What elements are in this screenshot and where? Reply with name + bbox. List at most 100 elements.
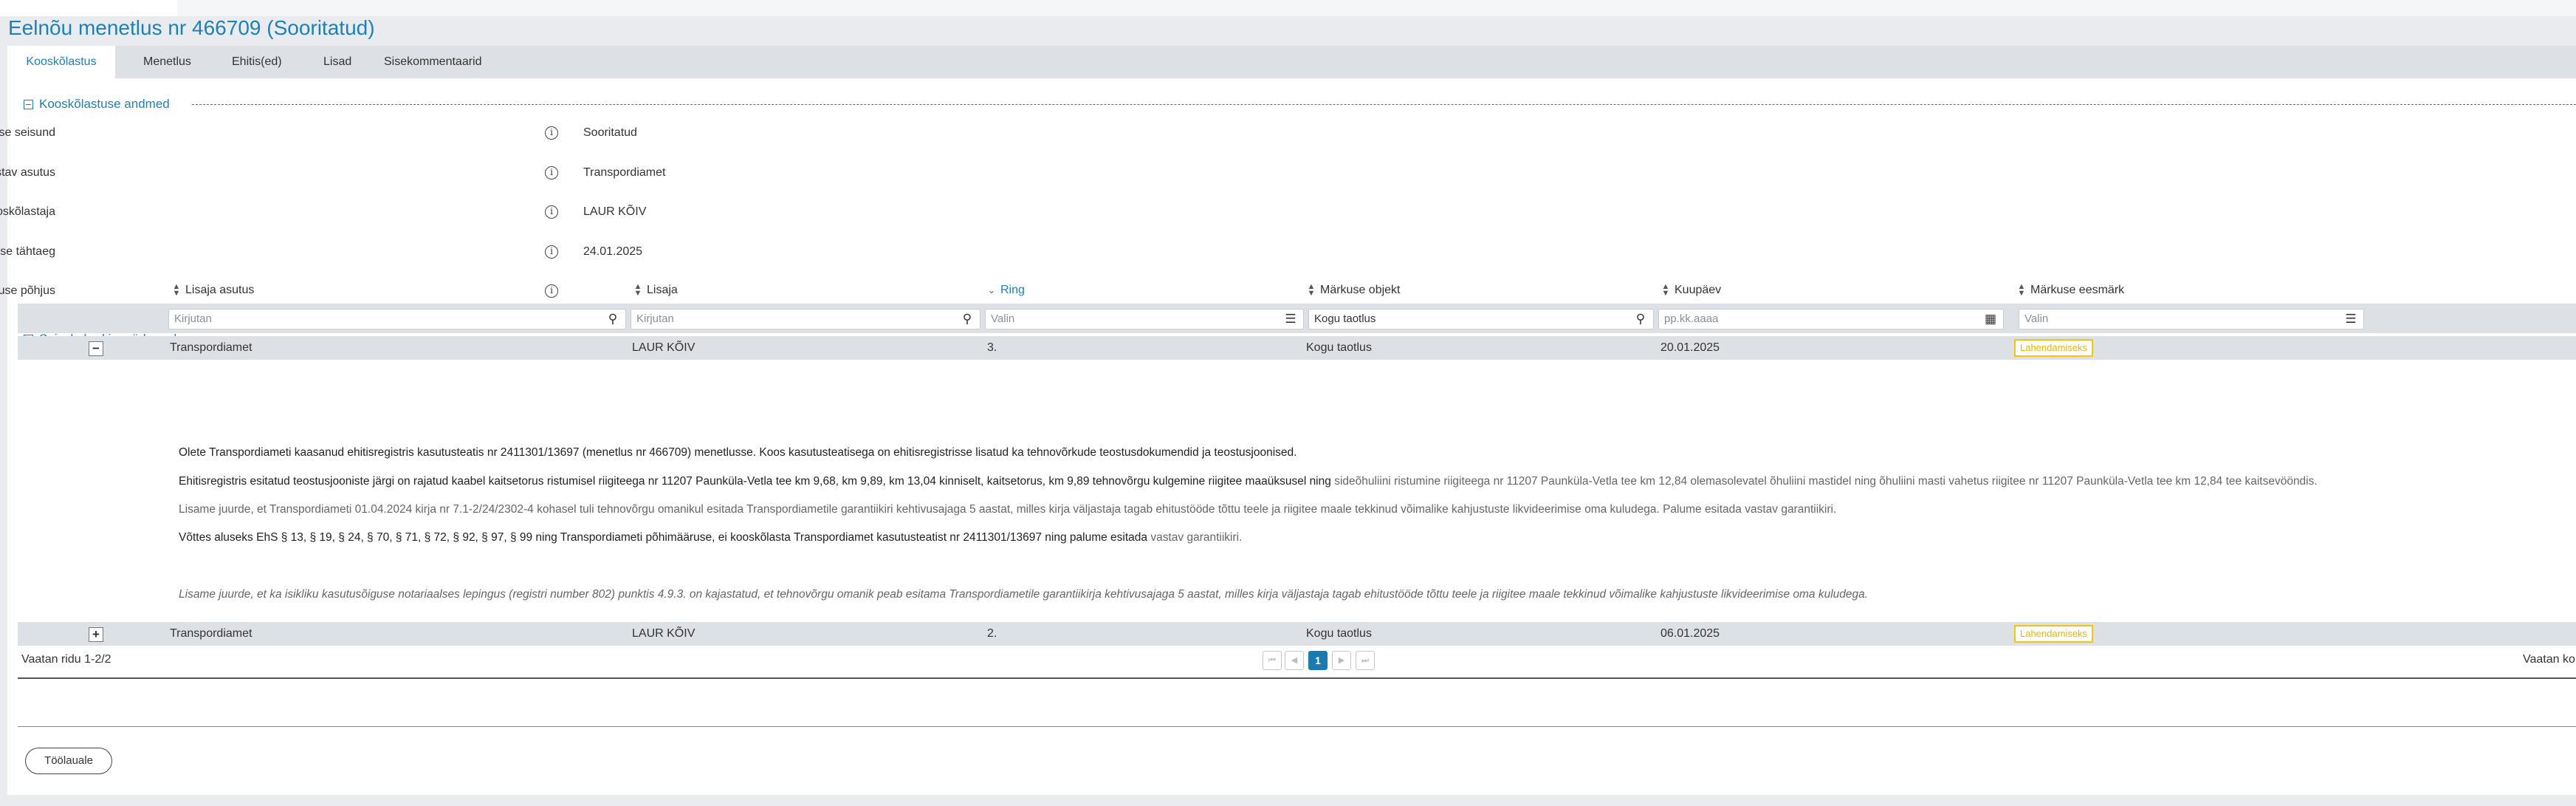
col-header-label: Lisaja asutus bbox=[185, 284, 255, 296]
filter-placeholder: pp.kk.aaaa bbox=[1664, 313, 1719, 325]
col-header-lisaja[interactable]: ▲ ▼ Lisaja bbox=[633, 279, 678, 301]
tab-lisad[interactable]: Lisad bbox=[306, 46, 369, 78]
info-icon[interactable]: i bbox=[545, 284, 558, 298]
table-row[interactable]: − Transpordiamet LAUR KÕIV 3. Kogu taotl… bbox=[18, 336, 2576, 360]
calendar-icon[interactable]: ▦ bbox=[1983, 312, 1998, 327]
cell-ring: 3. bbox=[987, 341, 997, 354]
pager-summary: Vaatan ridu 1-2/2 bbox=[21, 653, 111, 666]
field-value: Transpordiamet bbox=[583, 166, 666, 179]
filter-placeholder: Valin bbox=[991, 313, 1015, 325]
sort-icon: ▲ ▼ bbox=[1307, 282, 1316, 298]
search-icon[interactable]: ⚲ bbox=[960, 312, 975, 327]
col-header-label: Märkuse objekt bbox=[1320, 284, 1401, 296]
detail-text-muted: vastav garantiikiri. bbox=[1150, 531, 1243, 544]
page-title: Eelnõu menetlus nr 466709 (Sooritatud) bbox=[8, 16, 375, 39]
cell-ring: 2. bbox=[987, 627, 997, 640]
col-header-label: Lisaja bbox=[647, 284, 678, 296]
cell-objekt: Kogu taotlus bbox=[1306, 341, 1372, 354]
filter-bar: Kirjutan ⚲ Kirjutan ⚲ Valin ☰ Kogu taotl… bbox=[18, 304, 2576, 333]
field-row: Vastamise tähtaeg i 24.01.2025 bbox=[0, 241, 893, 263]
sort-icon: ▲ ▼ bbox=[172, 282, 181, 298]
cell-lisaja: LAUR KÕIV bbox=[632, 341, 695, 354]
status-badge: Lahendamiseks bbox=[2014, 339, 2094, 357]
filter-placeholder: Kirjutan bbox=[174, 313, 212, 325]
filter-placeholder: Kirjutan bbox=[636, 313, 674, 325]
detail-text: Võttes aluseks EhS § 13, § 19, § 24, § 7… bbox=[179, 531, 1148, 544]
collapse-row-icon[interactable]: − bbox=[89, 341, 103, 356]
sort-icon: ▲ ▼ bbox=[1661, 282, 1670, 298]
filter-objekt-input[interactable]: Kogu taotlus ⚲ bbox=[1308, 309, 1654, 329]
field-row: Kooskõlastaja i LAUR KÕIV bbox=[0, 201, 893, 223]
col-header-label: Ring bbox=[1000, 284, 1025, 296]
field-label: Kooskõlastav asutus bbox=[0, 166, 55, 179]
list-icon[interactable]: ☰ bbox=[1283, 312, 1298, 327]
pager-page-button[interactable]: 1 bbox=[1308, 651, 1328, 670]
detail-paragraph: Lisame juurde, et Transpordiameti 01.04.… bbox=[179, 503, 1837, 516]
filter-kuupaev-input[interactable]: pp.kk.aaaa ▦ bbox=[1658, 309, 2004, 329]
field-label: Kooskõlastaja bbox=[0, 205, 55, 218]
field-label: Kooskõlastuse põhjus bbox=[0, 284, 55, 297]
pager-first-button[interactable]: ⏮ bbox=[1263, 651, 1282, 670]
info-icon[interactable]: i bbox=[545, 205, 558, 219]
top-strip-left bbox=[0, 0, 177, 16]
detail-paragraph: Lisame juurde, et ka isikliku kasutusõig… bbox=[179, 588, 1869, 601]
info-icon[interactable]: i bbox=[545, 126, 558, 140]
detail-paragraph: Olete Transpordiameti kaasanud ehitisreg… bbox=[179, 446, 1297, 459]
cell-objekt: Kogu taotlus bbox=[1306, 627, 1372, 640]
pager-next-button[interactable]: ▶ bbox=[1332, 651, 1351, 670]
field-label: Vastamise tähtaeg bbox=[0, 245, 55, 258]
back-to-dashboard-button[interactable]: Töölauale bbox=[25, 748, 112, 774]
pager-right-text: Vaatan ko bbox=[2523, 653, 2575, 666]
list-icon[interactable]: ☰ bbox=[2343, 312, 2358, 327]
cell-kuupaev: 20.01.2025 bbox=[1660, 341, 1720, 354]
filter-lisaja-asutus-input[interactable]: Kirjutan ⚲ bbox=[168, 309, 626, 329]
sort-desc-icon: ⌄ bbox=[987, 284, 996, 296]
info-icon[interactable]: i bbox=[545, 245, 558, 259]
detail-paragraph: Võttes aluseks EhS § 13, § 19, § 24, § 7… bbox=[179, 531, 1242, 544]
col-header-markuse-eesmark[interactable]: ▲ ▼ Märkuse eesmärk bbox=[2016, 279, 2125, 301]
tab-ehitised[interactable]: Ehitis(ed) bbox=[214, 46, 300, 78]
field-row: Kooskõlastuse seisund i Sooritatud bbox=[0, 122, 893, 144]
filter-lisaja-input[interactable]: Kirjutan ⚲ bbox=[631, 309, 980, 329]
tab-bar: Kooskõlastus Menetlus Ehitis(ed) Lisad S… bbox=[7, 46, 2576, 78]
cell-asutus: Transpordiamet bbox=[170, 627, 253, 640]
sort-icon: ▲ ▼ bbox=[2017, 282, 2026, 298]
filter-ring-select[interactable]: Valin ☰ bbox=[985, 309, 1304, 329]
tab-kooskolastus[interactable]: Kooskõlastus bbox=[7, 46, 115, 78]
info-icon[interactable]: i bbox=[545, 166, 558, 180]
tab-menetlus[interactable]: Menetlus bbox=[126, 46, 209, 78]
field-label: Kooskõlastuse seisund bbox=[0, 126, 55, 139]
sort-icon: ▲ ▼ bbox=[633, 282, 642, 298]
col-header-kuupaev[interactable]: ▲ ▼ Kuupäev bbox=[1660, 279, 1722, 301]
cell-kuupaev: 06.01.2025 bbox=[1660, 627, 1720, 640]
pager-prev-button[interactable]: ◀ bbox=[1285, 651, 1304, 670]
field-row: Kooskõlastav asutus i Transpordiamet bbox=[0, 162, 893, 184]
pager-last-button[interactable]: ⏭ bbox=[1356, 651, 1375, 670]
section-divider bbox=[192, 104, 2576, 105]
section-title: Kooskõlastuse andmed bbox=[39, 97, 170, 111]
detail-text: Ehitisregistris esitatud teostusjooniste… bbox=[179, 475, 1331, 488]
field-value: LAUR KÕIV bbox=[583, 205, 647, 218]
search-icon[interactable]: ⚲ bbox=[1633, 312, 1648, 327]
table-row[interactable]: + Transpordiamet LAUR KÕIV 2. Kogu taotl… bbox=[18, 622, 2576, 646]
cell-asutus: Transpordiamet bbox=[170, 341, 253, 354]
collapse-icon[interactable] bbox=[24, 99, 33, 109]
table-bottom-rule bbox=[18, 677, 2576, 679]
filter-eesmark-select[interactable]: Valin ☰ bbox=[2019, 309, 2364, 329]
col-header-label: Kuupäev bbox=[1675, 284, 1722, 296]
section-kooskolastuse-andmed-legend[interactable]: Kooskõlastuse andmed bbox=[24, 96, 170, 112]
col-header-markuse-objekt[interactable]: ▲ ▼ Märkuse objekt bbox=[1306, 279, 1401, 301]
col-header-lisaja-asutus[interactable]: ▲ ▼ Lisaja asutus bbox=[171, 279, 255, 301]
filter-placeholder: Valin bbox=[2024, 313, 2049, 325]
divider bbox=[18, 726, 2576, 727]
main-content: Kooskõlastuse andmed Kooskõlastuse seisu… bbox=[0, 78, 2576, 795]
status-badge: Lahendamiseks bbox=[2014, 625, 2094, 643]
search-icon[interactable]: ⚲ bbox=[605, 312, 620, 327]
field-value: Sooritatud bbox=[583, 126, 637, 139]
expand-row-icon[interactable]: + bbox=[89, 627, 103, 642]
field-value: 24.01.2025 bbox=[583, 245, 643, 258]
col-header-ring[interactable]: ⌄ Ring bbox=[986, 279, 1025, 301]
tab-sisekommentaarid[interactable]: Sisekommentaarid bbox=[366, 46, 500, 78]
cell-lisaja: LAUR KÕIV bbox=[632, 627, 695, 640]
top-strip bbox=[0, 0, 2576, 16]
